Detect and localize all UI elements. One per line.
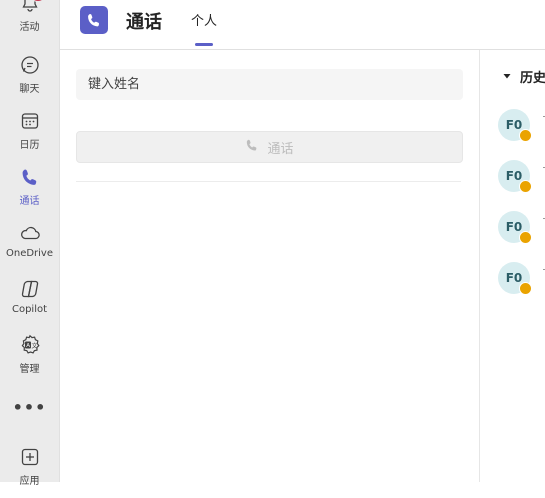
clock-status-icon [519,129,532,142]
rail-item-copilot[interactable]: Copilot [0,278,59,330]
rail-label-admin: 管理 [19,364,40,375]
chat-icon [19,54,41,76]
phone-icon [19,166,41,188]
call-button[interactable]: 通话 [76,131,463,163]
bell-icon: 2 [19,0,47,14]
app-rail: 2 活动 聊天 日历 通话 OneDrive Copilot A文 [0,0,60,487]
name-search-input[interactable] [76,69,463,100]
history-pane: 历史 F0 F0 F0 F0 [481,50,545,482]
history-header[interactable]: 历史 [503,67,545,86]
page-title: 通话 [126,12,162,33]
rail-label-activity: 活动 [19,22,40,33]
clock-status-icon [519,282,532,295]
tab-selected-indicator [195,43,213,46]
add-app-icon [19,446,41,468]
rail-item-admin[interactable]: A文 管理 [0,334,59,386]
svg-text:A: A [26,343,30,349]
rail-item-calls[interactable]: 通话 [0,166,59,218]
divider [76,181,461,182]
history-title: 历史 [520,71,545,86]
history-entry[interactable]: F0 [498,160,545,194]
cloud-icon [19,222,41,244]
clock-status-icon [519,180,532,193]
calls-header: 通话 个人 [60,0,545,50]
rail-item-calendar[interactable]: 日历 [0,110,59,162]
rail-label-apps: 应用 [19,476,40,487]
svg-text:文: 文 [31,342,37,350]
dial-pane: 通话 [60,50,480,482]
history-entry[interactable]: F0 [498,211,545,245]
copilot-icon [19,278,41,300]
call-button-label: 通话 [267,141,294,157]
caret-down-icon [503,69,511,84]
rail-label-copilot: Copilot [11,304,48,315]
rail-label-calendar: 日历 [19,140,40,151]
rail-item-onedrive[interactable]: OneDrive [0,222,59,274]
tab-personal[interactable]: 个人 [191,10,217,29]
rail-label-chat: 聊天 [19,84,40,95]
calendar-icon [19,110,41,132]
calls-app-icon [80,6,108,34]
phone-icon [245,138,259,156]
clock-status-icon [519,231,532,244]
rail-item-apps[interactable]: 应用 [0,446,59,498]
history-entry[interactable]: F0 [498,262,545,296]
history-entry[interactable]: F0 [498,109,545,143]
more-apps-icon[interactable]: ••• [0,398,59,417]
rail-item-activity[interactable]: 2 活动 [0,0,59,44]
admin-icon: A文 [19,334,41,356]
rail-label-calls: 通话 [19,196,40,207]
rail-item-chat[interactable]: 聊天 [0,54,59,106]
rail-label-onedrive: OneDrive [5,248,54,259]
